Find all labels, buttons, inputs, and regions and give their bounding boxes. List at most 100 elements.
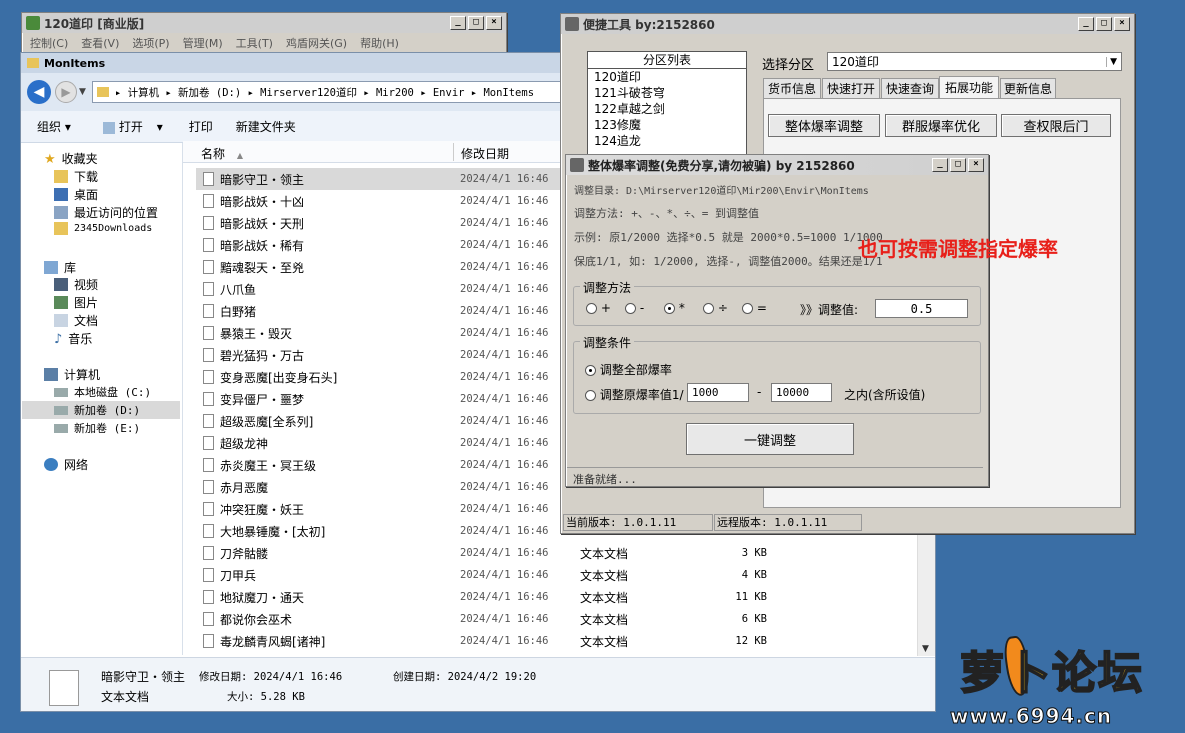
nav-drive-e[interactable]: 新加卷 (E:) — [54, 420, 140, 436]
file-row[interactable]: 毒龙麟青风蝎[诸神] 2024/4/1 16:46 文本文档 12 KB — [195, 630, 895, 652]
text-file-icon — [203, 282, 214, 296]
file-name: 变异僵尸・噩梦 — [220, 392, 305, 407]
minimize-icon[interactable]: _ — [450, 16, 466, 30]
close-icon[interactable]: × — [968, 158, 984, 172]
tab-quick-open[interactable]: 快速打开 — [822, 78, 880, 98]
partition-list[interactable]: 分区列表 120道印 121斗破苍穹 122卓越之剑 123修魔 124追龙 — [587, 51, 747, 157]
details-modified: 修改日期: 2024/4/1 16:46 — [199, 671, 343, 683]
file-name: 碧光猛犸・万古 — [220, 348, 305, 363]
tab-quick-query[interactable]: 快速查询 — [881, 78, 939, 98]
file-row[interactable]: 刀甲兵 2024/4/1 16:46 文本文档 4 KB — [195, 564, 895, 586]
op-equals[interactable]: = — [742, 301, 781, 315]
address-bar[interactable]: ▸ 计算机 ▸ 新加卷 (D:) ▸ Mirserver120道印 ▸ Mir2… — [91, 81, 572, 103]
maximize-icon[interactable]: □ — [468, 16, 484, 30]
organize-button[interactable]: 组织 ▾ — [37, 118, 71, 135]
radio-icon — [625, 303, 636, 314]
nav-lib-video[interactable]: 视频 — [54, 276, 98, 293]
partition-item[interactable]: 122卓越之剑 — [594, 101, 746, 117]
app-titlebar[interactable]: 120道印 [商业版] _ □ × — [22, 13, 506, 33]
tab-extensions[interactable]: 拓展功能 — [939, 76, 999, 98]
history-dropdown-icon[interactable]: ▼ — [79, 87, 86, 97]
menu-manage[interactable]: 管理(M) — [183, 35, 223, 51]
address-folder-icon — [96, 87, 109, 97]
nav-lib-pictures-label: 图片 — [74, 296, 99, 310]
menu-tools[interactable]: 工具(T) — [236, 35, 273, 51]
adjust-value-input[interactable]: 0.5 — [875, 299, 968, 318]
cond-all-radio[interactable]: 调整全部爆率 — [585, 361, 672, 378]
cond-range-radio[interactable]: 调整原爆率值1/ — [585, 386, 684, 403]
nav-drive-c[interactable]: 本地磁盘 (C:) — [54, 384, 151, 400]
file-row[interactable]: 都说你会巫术 2024/4/1 16:46 文本文档 6 KB — [195, 608, 895, 630]
computer-icon — [44, 368, 58, 381]
chevron-down-icon[interactable]: ▼ — [1106, 56, 1117, 67]
op-divide[interactable]: ÷ — [703, 301, 742, 315]
new-folder-button[interactable]: 新建文件夹 — [236, 118, 296, 135]
nav-libraries[interactable]: 库 — [44, 259, 76, 276]
file-name: 暗影战妖・十凶 — [220, 194, 305, 209]
menu-help[interactable]: 帮助(H) — [360, 35, 399, 51]
menu-control[interactable]: 控制(C) — [30, 35, 68, 51]
column-name[interactable]: 名称 ▲ — [201, 145, 243, 162]
nav-fav-desktop[interactable]: 桌面 — [54, 186, 98, 203]
nav-fav-downloads[interactable]: 下载 — [54, 168, 98, 185]
file-row[interactable]: 刀斧骷髅 2024/4/1 16:46 文本文档 3 KB — [195, 542, 895, 564]
close-icon[interactable]: × — [486, 16, 502, 30]
partition-select[interactable]: 120道印 ▼ — [827, 52, 1122, 71]
open-button[interactable]: 打开 ▾ — [102, 118, 163, 135]
nav-favorites[interactable]: ★ 收藏夹 — [44, 150, 98, 167]
nav-computer[interactable]: 计算机 — [44, 366, 100, 383]
op-minus[interactable]: - — [625, 301, 664, 315]
vertical-scrollbar[interactable]: ▼ — [917, 523, 935, 656]
back-icon[interactable]: ◀ — [27, 80, 51, 104]
tab-currency[interactable]: 货币信息 — [763, 78, 821, 98]
nav-lib-docs[interactable]: 文档 — [54, 312, 98, 329]
partition-item[interactable]: 124追龙 — [594, 133, 746, 149]
nav-lib-music[interactable]: ♪ 音乐 — [54, 330, 92, 347]
nav-drive-d[interactable]: 新加卷 (D:) — [54, 402, 140, 418]
condition-group-label: 调整条件 — [580, 334, 635, 351]
breadcrumb-mir200[interactable]: Mir200 — [376, 87, 414, 99]
forward-icon[interactable]: ▶ — [55, 81, 77, 103]
nav-lib-pictures[interactable]: 图片 — [54, 294, 98, 311]
overall-drop-rate-button[interactable]: 整体爆率调整 — [768, 114, 880, 137]
breadcrumb-drive[interactable]: 新加卷 (D:) — [178, 87, 241, 99]
menu-view[interactable]: 查看(V) — [81, 35, 119, 51]
drop-rate-titlebar[interactable]: 整体爆率调整(免费分享,请勿被骗) by 2152860 _ □ × — [566, 155, 988, 175]
breadcrumb-server[interactable]: Mirserver120道印 — [260, 87, 357, 99]
range-from-input[interactable]: 1000 — [687, 383, 749, 402]
column-divider[interactable] — [453, 143, 454, 161]
nav-network[interactable]: 网络 — [44, 456, 88, 473]
partition-item[interactable]: 121斗破苍穹 — [594, 85, 746, 101]
column-date[interactable]: 修改日期 — [461, 145, 509, 162]
maximize-icon[interactable]: □ — [950, 158, 966, 172]
op-minus-label: - — [639, 301, 645, 315]
check-backdoor-button[interactable]: 查权限后门 — [1001, 114, 1111, 137]
partition-item[interactable]: 123修魔 — [594, 117, 746, 133]
maximize-icon[interactable]: □ — [1096, 17, 1112, 31]
partition-item[interactable]: 120道印 — [594, 69, 746, 85]
range-to-input[interactable]: 10000 — [771, 383, 832, 402]
breadcrumb-computer[interactable]: 计算机 — [128, 87, 160, 99]
menu-gateway[interactable]: 鸡盾网关(G) — [286, 35, 347, 51]
nav-fav-2345[interactable]: 2345Downloads — [54, 222, 152, 235]
tab-updates[interactable]: 更新信息 — [1000, 78, 1056, 98]
file-row[interactable]: 地狱魔刀・通天 2024/4/1 16:46 文本文档 11 KB — [195, 586, 895, 608]
op-multiply[interactable]: * — [664, 301, 703, 315]
print-button[interactable]: 打印 — [189, 118, 213, 135]
scroll-down-icon[interactable]: ▼ — [922, 644, 929, 654]
drive-icon — [54, 405, 68, 415]
value-label: 》》调整值: — [800, 303, 859, 317]
group-drop-rate-button[interactable]: 群服爆率优化 — [885, 114, 997, 137]
adjust-value: 0.5 — [910, 301, 933, 316]
menu-options[interactable]: 选项(P) — [132, 35, 169, 51]
breadcrumb-monitems[interactable]: MonItems — [483, 87, 534, 99]
minimize-icon[interactable]: _ — [1078, 17, 1094, 31]
op-plus[interactable]: + — [586, 301, 625, 315]
quick-tools-titlebar[interactable]: 便捷工具 by:2152860 _ □ × — [561, 14, 1134, 34]
nav-fav-recent[interactable]: 最近访问的位置 — [54, 204, 158, 221]
watermark-url: www.6994.cn — [949, 704, 1113, 729]
breadcrumb-envir[interactable]: Envir — [433, 87, 465, 99]
close-icon[interactable]: × — [1114, 17, 1130, 31]
one-click-adjust-button[interactable]: 一键调整 — [686, 423, 854, 455]
minimize-icon[interactable]: _ — [932, 158, 948, 172]
